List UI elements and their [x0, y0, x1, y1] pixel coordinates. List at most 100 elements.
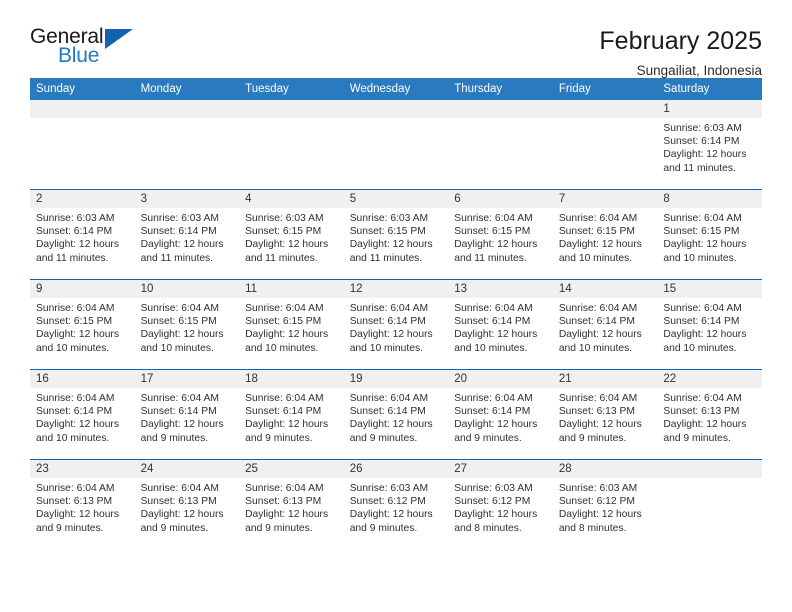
- day-details: [344, 118, 449, 122]
- day-number: [657, 460, 762, 478]
- day-number: [30, 100, 135, 118]
- calendar-day-cell[interactable]: 6 Sunrise: 6:04 AM Sunset: 6:15 PM Daylight…: [448, 189, 553, 280]
- sunset-text: Sunset: 6:14 PM: [454, 316, 531, 328]
- day-details: Sunrise: 6:03 AM Sunset: 6:12 PM Daylight:…: [344, 478, 449, 535]
- calendar-day-cell[interactable]: 20 Sunrise: 6:04 AM Sunset: 6:14 PM Dayligh…: [448, 369, 553, 460]
- page-header: General Blue February 2025 Sungailiat, I…: [30, 0, 762, 78]
- calendar-week-row: 16 Sunrise: 6:04 AM Sunset: 6:14 PM Dayligh…: [30, 369, 762, 460]
- calendar-day-cell[interactable]: 22 Sunrise: 6:04 AM Sunset: 6:13 PM Dayligh…: [657, 369, 762, 460]
- calendar-day-cell[interactable]: 26 Sunrise: 6:03 AM Sunset: 6:12 PM Dayligh…: [343, 459, 449, 549]
- brand-logo[interactable]: General Blue: [30, 26, 150, 74]
- calendar-day-cell[interactable]: 16 Sunrise: 6:04 AM Sunset: 6:14 PM Dayligh…: [30, 369, 135, 460]
- day-details: Sunrise: 6:04 AM Sunset: 6:14 PM Daylight:…: [448, 388, 553, 445]
- sunset-text: Sunset: 6:13 PM: [36, 496, 113, 508]
- weekday-header-sunday: Sunday: [30, 78, 135, 100]
- daylight-text: Daylight: 12 hours and 11 minutes.: [454, 239, 538, 264]
- calendar-week-row: 2 Sunrise: 6:03 AM Sunset: 6:14 PM Daylight…: [30, 189, 762, 280]
- calendar-day-cell-empty: [343, 100, 449, 190]
- daylight-text: Daylight: 12 hours and 10 minutes.: [349, 329, 433, 354]
- calendar-day-cell[interactable]: 21 Sunrise: 6:04 AM Sunset: 6:13 PM Dayligh…: [552, 369, 658, 460]
- day-number: 3: [134, 190, 240, 208]
- sunset-text: Sunset: 6:14 PM: [349, 316, 426, 328]
- day-number: 9: [30, 280, 135, 298]
- day-number: 11: [239, 280, 344, 298]
- day-number: 22: [657, 370, 762, 388]
- brand-name-bottom: Blue: [58, 44, 100, 67]
- calendar-day-cell[interactable]: 28 Sunrise: 6:03 AM Sunset: 6:12 PM Dayligh…: [552, 459, 658, 549]
- daylight-text: Daylight: 12 hours and 10 minutes.: [140, 329, 224, 354]
- calendar-day-cell[interactable]: 7 Sunrise: 6:04 AM Sunset: 6:15 PM Daylight…: [552, 189, 658, 280]
- calendar-day-cell[interactable]: 2 Sunrise: 6:03 AM Sunset: 6:14 PM Daylight…: [30, 189, 135, 280]
- day-details: Sunrise: 6:03 AM Sunset: 6:14 PM Daylight:…: [657, 118, 762, 175]
- daylight-text: Daylight: 12 hours and 9 minutes.: [349, 419, 433, 444]
- day-number: 4: [239, 190, 344, 208]
- sunset-text: Sunset: 6:15 PM: [245, 316, 322, 328]
- weekday-header-thursday: Thursday: [448, 78, 553, 100]
- calendar-day-cell[interactable]: 11 Sunrise: 6:04 AM Sunset: 6:15 PM Dayligh…: [239, 279, 344, 370]
- day-details: Sunrise: 6:04 AM Sunset: 6:14 PM Daylight:…: [239, 388, 344, 445]
- calendar-day-cell[interactable]: 10 Sunrise: 6:04 AM Sunset: 6:15 PM Dayligh…: [134, 279, 240, 370]
- day-details: Sunrise: 6:03 AM Sunset: 6:12 PM Daylight:…: [448, 478, 553, 535]
- day-number: 15: [657, 280, 762, 298]
- sunset-text: Sunset: 6:14 PM: [663, 136, 740, 148]
- calendar-body: 1 Sunrise: 6:03 AM Sunset: 6:14 PM Daylight…: [30, 100, 762, 549]
- day-details: Sunrise: 6:04 AM Sunset: 6:15 PM Daylight:…: [553, 208, 658, 265]
- calendar-day-cell[interactable]: 23 Sunrise: 6:04 AM Sunset: 6:13 PM Dayligh…: [30, 459, 135, 549]
- location-subtitle: Sungailiat, Indonesia: [636, 62, 762, 78]
- calendar-day-cell[interactable]: 18 Sunrise: 6:04 AM Sunset: 6:14 PM Dayligh…: [239, 369, 344, 460]
- calendar-week-row: 23 Sunrise: 6:04 AM Sunset: 6:13 PM Dayligh…: [30, 459, 762, 549]
- calendar-day-cell[interactable]: 3 Sunrise: 6:03 AM Sunset: 6:14 PM Daylight…: [134, 189, 240, 280]
- daylight-text: Daylight: 12 hours and 11 minutes.: [349, 239, 433, 264]
- sunrise-text: Sunrise: 6:04 AM: [454, 213, 533, 224]
- weekday-header-wednesday: Wednesday: [343, 78, 449, 100]
- daylight-text: Daylight: 12 hours and 10 minutes.: [663, 329, 747, 354]
- sunrise-text: Sunrise: 6:04 AM: [36, 303, 115, 314]
- calendar-day-cell[interactable]: 8 Sunrise: 6:04 AM Sunset: 6:15 PM Daylight…: [657, 189, 762, 280]
- calendar-day-cell[interactable]: 5 Sunrise: 6:03 AM Sunset: 6:15 PM Daylight…: [343, 189, 449, 280]
- daylight-text: Daylight: 12 hours and 9 minutes.: [245, 419, 329, 444]
- day-number: 19: [343, 370, 449, 388]
- calendar-day-cell[interactable]: 9 Sunrise: 6:04 AM Sunset: 6:15 PM Daylight…: [30, 279, 135, 370]
- sunrise-text: Sunrise: 6:04 AM: [558, 393, 638, 404]
- day-number: 10: [134, 280, 240, 298]
- calendar-day-cell[interactable]: 24 Sunrise: 6:04 AM Sunset: 6:13 PM Dayligh…: [134, 459, 240, 549]
- sunrise-text: Sunrise: 6:04 AM: [663, 303, 742, 314]
- day-details: Sunrise: 6:04 AM Sunset: 6:13 PM Daylight:…: [657, 388, 762, 445]
- day-details: Sunrise: 6:03 AM Sunset: 6:15 PM Daylight:…: [344, 208, 449, 265]
- daylight-text: Daylight: 12 hours and 10 minutes.: [558, 239, 642, 264]
- day-details: Sunrise: 6:04 AM Sunset: 6:13 PM Daylight:…: [239, 478, 344, 535]
- calendar-day-cell[interactable]: 12 Sunrise: 6:04 AM Sunset: 6:14 PM Dayligh…: [343, 279, 449, 370]
- calendar-day-cell[interactable]: 17 Sunrise: 6:04 AM Sunset: 6:14 PM Dayligh…: [134, 369, 240, 460]
- day-details: Sunrise: 6:03 AM Sunset: 6:12 PM Daylight:…: [553, 478, 658, 535]
- daylight-text: Daylight: 12 hours and 9 minutes.: [454, 419, 538, 444]
- sunrise-text: Sunrise: 6:03 AM: [349, 483, 429, 494]
- calendar-week-row: 1 Sunrise: 6:03 AM Sunset: 6:14 PM Daylight…: [30, 100, 762, 190]
- sunset-text: Sunset: 6:14 PM: [245, 406, 322, 418]
- day-number: [239, 100, 344, 118]
- sunrise-text: Sunrise: 6:03 AM: [245, 213, 324, 224]
- sunrise-text: Sunrise: 6:04 AM: [454, 393, 533, 404]
- day-number: [552, 100, 658, 118]
- sunset-text: Sunset: 6:14 PM: [140, 406, 217, 418]
- calendar-day-cell[interactable]: 15 Sunrise: 6:04 AM Sunset: 6:14 PM Dayligh…: [657, 279, 762, 370]
- day-details: Sunrise: 6:04 AM Sunset: 6:15 PM Daylight:…: [239, 298, 344, 355]
- day-number: [343, 100, 449, 118]
- calendar-day-cell[interactable]: 19 Sunrise: 6:04 AM Sunset: 6:14 PM Dayligh…: [343, 369, 449, 460]
- day-details: Sunrise: 6:04 AM Sunset: 6:15 PM Daylight:…: [657, 208, 762, 265]
- calendar-day-cell[interactable]: 1 Sunrise: 6:03 AM Sunset: 6:14 PM Daylight…: [657, 100, 762, 190]
- sunrise-text: Sunrise: 6:04 AM: [140, 393, 219, 404]
- calendar-day-cell[interactable]: 25 Sunrise: 6:04 AM Sunset: 6:13 PM Dayligh…: [239, 459, 344, 549]
- daylight-text: Daylight: 12 hours and 10 minutes.: [454, 329, 538, 354]
- calendar-day-cell[interactable]: 4 Sunrise: 6:03 AM Sunset: 6:15 PM Daylight…: [239, 189, 344, 280]
- sunrise-text: Sunrise: 6:04 AM: [454, 303, 533, 314]
- calendar-day-cell[interactable]: 27 Sunrise: 6:03 AM Sunset: 6:12 PM Dayligh…: [448, 459, 553, 549]
- sunrise-text: Sunrise: 6:03 AM: [349, 213, 429, 224]
- day-number: 6: [448, 190, 553, 208]
- day-details: Sunrise: 6:04 AM Sunset: 6:15 PM Daylight:…: [30, 298, 135, 355]
- calendar-day-cell-empty: [30, 100, 135, 190]
- day-number: 26: [343, 460, 449, 478]
- calendar-header-row: Sunday Monday Tuesday Wednesday Thursday Frid…: [30, 78, 762, 100]
- sunset-text: Sunset: 6:15 PM: [454, 226, 531, 238]
- calendar-day-cell[interactable]: 13 Sunrise: 6:04 AM Sunset: 6:14 PM Dayligh…: [448, 279, 553, 370]
- calendar-day-cell[interactable]: 14 Sunrise: 6:04 AM Sunset: 6:14 PM Dayligh…: [552, 279, 658, 370]
